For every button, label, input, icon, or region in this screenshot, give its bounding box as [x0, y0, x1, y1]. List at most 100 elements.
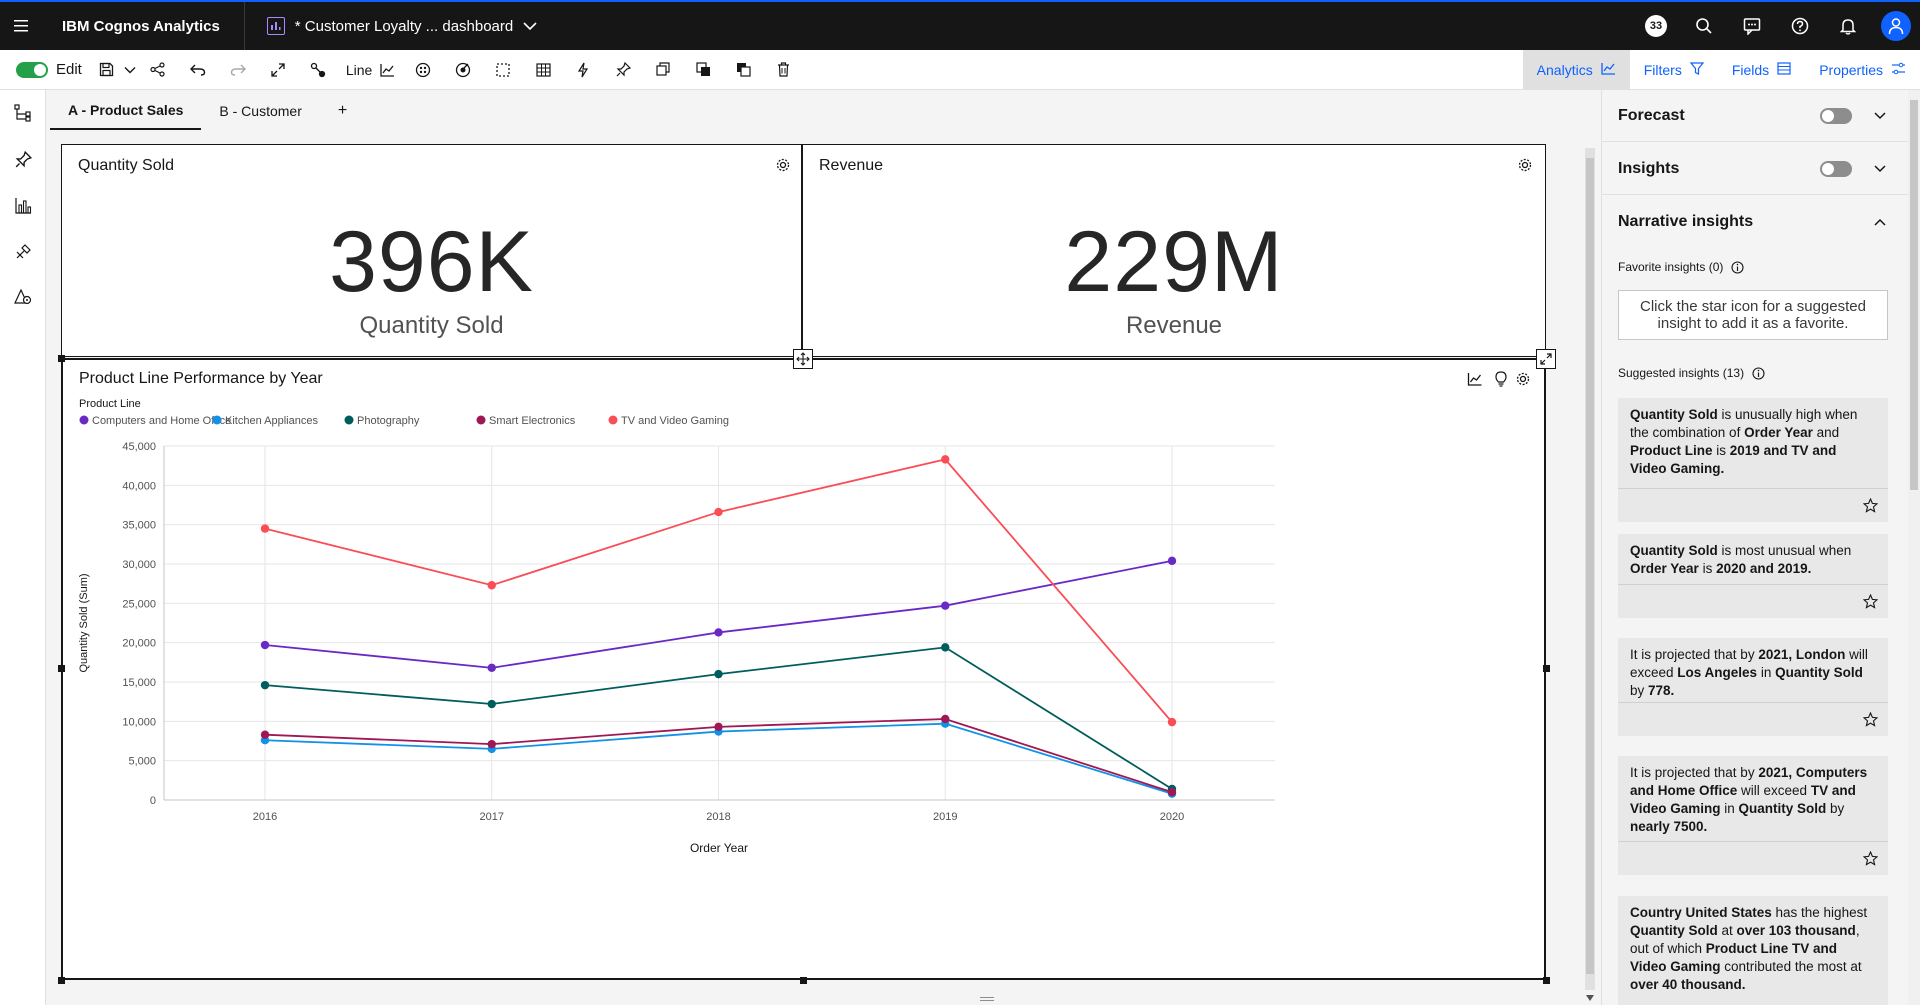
connect-icon[interactable] [298, 50, 338, 90]
insight-text: Quantity Sold is unusually high when the… [1630, 407, 1858, 476]
resize-handle[interactable] [58, 355, 65, 362]
chart-type-label: Line [345, 61, 373, 78]
settings-icon[interactable] [1517, 157, 1533, 173]
insights-label: Insights [1618, 159, 1680, 177]
chat-icon[interactable] [1728, 2, 1776, 50]
tab-filters[interactable]: Filters [1630, 50, 1718, 90]
panel-scrollbar[interactable] [1908, 90, 1920, 1005]
add-tab-button[interactable]: + [320, 92, 365, 130]
settings-icon[interactable] [1515, 371, 1531, 387]
tab-fields[interactable]: Fields [1718, 50, 1805, 90]
settings-icon[interactable] [775, 157, 791, 173]
scrollbar-thumb[interactable] [1586, 158, 1594, 974]
scroll-down-arrow-icon[interactable] [1586, 988, 1594, 1001]
chart-type-selector[interactable]: Line [338, 50, 403, 90]
dashboard-title-dropdown[interactable]: * Customer Loyalty ... dashboard [245, 17, 537, 35]
tab-product-sales[interactable]: A - Product Sales [50, 92, 202, 130]
undo-icon[interactable] [178, 50, 218, 90]
help-icon[interactable] [1776, 2, 1824, 50]
star-icon[interactable] [1863, 498, 1878, 513]
line-chart[interactable]: Product Line Computers and Home OfficeKit… [63, 398, 1544, 978]
x-tick-label: 2020 [1160, 811, 1184, 823]
forecast-section[interactable]: Forecast [1602, 90, 1908, 142]
insight-card[interactable]: Quantity Sold is most unusual when Order… [1618, 534, 1888, 618]
tab-properties[interactable]: Properties [1805, 50, 1920, 90]
insights-toggle[interactable] [1820, 161, 1852, 177]
insight-card[interactable]: It is projected that by 2021, London wil… [1618, 638, 1888, 736]
bring-forward-icon[interactable] [683, 50, 723, 90]
splitter-handle[interactable] [980, 997, 994, 1001]
legend-marker [608, 415, 618, 425]
insights-section[interactable]: Insights [1602, 143, 1908, 195]
tab-customer[interactable]: B - Customer [201, 92, 319, 130]
share-icon[interactable] [138, 50, 178, 90]
table-icon[interactable] [523, 50, 563, 90]
star-icon[interactable] [1863, 712, 1878, 727]
save-icon[interactable] [98, 50, 138, 90]
resize-handle[interactable] [1543, 665, 1550, 672]
select-area-icon[interactable] [483, 50, 523, 90]
resize-handle[interactable] [58, 665, 65, 672]
chevron-down-icon[interactable] [1873, 162, 1887, 176]
visualizations-icon[interactable] [0, 182, 46, 228]
narrative-insights-section[interactable]: Narrative insights [1602, 196, 1908, 248]
data-point [487, 739, 496, 749]
chevron-down-icon[interactable] [523, 18, 537, 35]
send-backward-icon[interactable] [723, 50, 763, 90]
tab-analytics[interactable]: Analytics [1522, 50, 1630, 90]
x-tick-label: 2017 [480, 811, 504, 823]
data-point [1167, 717, 1177, 727]
chevron-down-icon[interactable] [1873, 109, 1887, 123]
notification-icon[interactable] [1824, 2, 1872, 50]
insight-card[interactable]: Quantity Sold is unusually high when the… [1618, 398, 1888, 522]
user-avatar[interactable] [1872, 2, 1920, 50]
edit-mode-toggle[interactable] [16, 61, 48, 78]
kpi-widget-revenue[interactable]: Revenue 229M Revenue [802, 144, 1546, 357]
y-tick-label: 35,000 [122, 520, 156, 532]
redo-icon[interactable] [218, 50, 258, 90]
page-tabs: A - Product Sales B - Customer + [46, 90, 1601, 130]
star-icon[interactable] [1863, 851, 1878, 866]
pin-icon[interactable] [0, 136, 46, 182]
data-point [714, 507, 723, 517]
data-point [941, 601, 950, 610]
assistant-icon[interactable] [0, 274, 46, 320]
analytics-icon [1601, 62, 1616, 78]
info-icon[interactable] [1731, 260, 1744, 274]
app: IBM Cognos Analytics * Customer Loyalty … [0, 0, 1920, 1005]
scrollbar-thumb[interactable] [1910, 100, 1918, 490]
info-icon[interactable] [1752, 366, 1765, 380]
edit-label: Edit [56, 61, 82, 78]
data-point [487, 699, 496, 709]
widgets-icon[interactable] [0, 228, 46, 274]
search-icon[interactable] [1680, 2, 1728, 50]
duplicate-icon[interactable] [643, 50, 683, 90]
star-icon[interactable] [1863, 594, 1878, 609]
insight-card[interactable]: Country United States has the highest Qu… [1618, 896, 1888, 1005]
lightning-icon[interactable] [563, 50, 603, 90]
maximize-icon[interactable] [1536, 349, 1556, 369]
move-handle-icon[interactable] [793, 349, 813, 369]
change-visualization-icon[interactable] [1467, 372, 1483, 386]
color-palette-icon[interactable] [403, 50, 443, 90]
chevron-up-icon[interactable] [1873, 215, 1887, 229]
resize-handle[interactable] [1543, 977, 1550, 984]
resize-handle[interactable] [800, 977, 807, 984]
navigation-tree-icon[interactable] [0, 90, 46, 136]
delete-icon[interactable] [763, 50, 803, 90]
expand-icon[interactable] [258, 50, 298, 90]
brand-name[interactable]: IBM Cognos Analytics [44, 2, 245, 50]
resize-handle[interactable] [58, 977, 65, 984]
kpi-widget-quantity[interactable]: Quantity Sold 396K Quantity Sold [61, 144, 802, 357]
x-tick-label: 2019 [933, 811, 957, 823]
notification-count-badge[interactable]: 33 [1632, 2, 1680, 50]
insight-card[interactable]: It is projected that by 2021, Computers … [1618, 756, 1888, 875]
line-chart-widget[interactable]: Product Line Performance by Year Product… [61, 358, 1546, 980]
forecast-toggle[interactable] [1820, 108, 1852, 124]
lightbulb-icon[interactable] [1495, 371, 1507, 387]
kpi-value: 396K [329, 214, 534, 310]
menu-icon[interactable] [0, 2, 44, 50]
canvas-scrollbar[interactable] [1585, 148, 1595, 990]
drill-icon[interactable] [443, 50, 483, 90]
pin-icon[interactable] [603, 50, 643, 90]
